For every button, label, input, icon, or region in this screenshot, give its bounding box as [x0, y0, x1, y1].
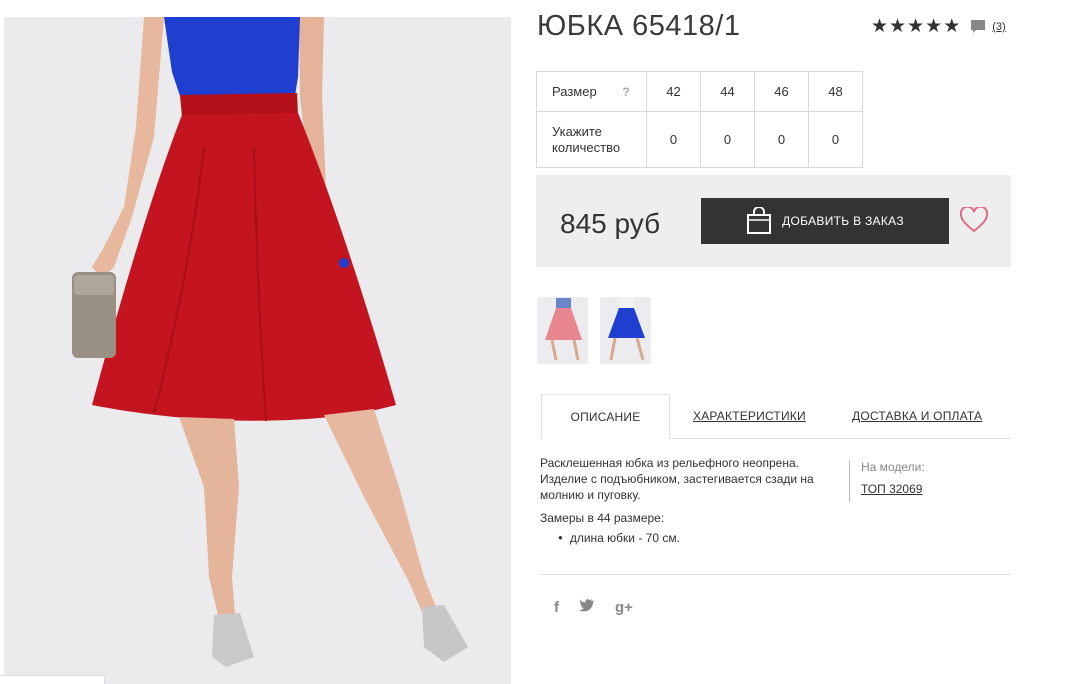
- size-option: 46: [754, 71, 809, 112]
- size-quantity-table: Размер ? 42 44 46 48 Укажите количество …: [536, 71, 863, 168]
- quantity-label-line2: количество: [552, 139, 621, 155]
- model-label: На модели:: [861, 460, 925, 474]
- heart-icon[interactable]: [960, 207, 988, 233]
- quantity-input[interactable]: 0: [754, 111, 809, 168]
- product-photo[interactable]: [4, 17, 511, 684]
- thumbnail-pink-skirt[interactable]: [537, 297, 588, 364]
- product-tabs: ОПИСАНИЕ ХАРАКТЕРИСТИКИ ДОСТАВКА И ОПЛАТ…: [540, 394, 1011, 440]
- size-label-cell: Размер ?: [536, 71, 647, 112]
- size-option: 42: [646, 71, 701, 112]
- product-price: 845 руб: [560, 208, 661, 239]
- size-help-icon[interactable]: ?: [622, 85, 629, 99]
- bottom-bar: [0, 675, 105, 684]
- star-icon[interactable]: ★: [871, 17, 888, 37]
- tab-description[interactable]: ОПИСАНИЕ: [541, 394, 670, 440]
- quantity-input[interactable]: 0: [700, 111, 755, 168]
- google-plus-icon[interactable]: g+: [615, 599, 633, 616]
- bag-icon: [747, 207, 772, 234]
- description-panel: Расклешенная юбка из рельефного неопрена…: [540, 455, 835, 548]
- size-label: Размер: [552, 84, 597, 99]
- quantity-row: Укажите количество 0 0 0 0: [536, 111, 863, 168]
- tab-characteristics[interactable]: ХАРАКТЕРИСТИКИ: [693, 394, 806, 439]
- buy-box: 845 руб ДОБАВИТЬ В ЗАКАЗ: [536, 175, 1011, 267]
- product-title: ЮБКА 65418/1: [537, 10, 741, 42]
- model-product-link[interactable]: ТОП 32069: [861, 482, 922, 496]
- add-to-order-button[interactable]: ДОБАВИТЬ В ЗАКАЗ: [701, 198, 949, 244]
- size-option: 44: [700, 71, 755, 112]
- description-text: Расклешенная юбка из рельефного неопрена…: [540, 456, 814, 502]
- size-option: 48: [808, 71, 863, 112]
- add-to-order-label: ДОБАВИТЬ В ЗАКАЗ: [782, 214, 904, 228]
- model-info: На модели: ТОП 32069: [849, 460, 925, 502]
- review-count-link[interactable]: (3): [992, 21, 1005, 33]
- comment-icon: [971, 20, 986, 33]
- social-share: f g+: [554, 598, 633, 616]
- quantity-label-line1: Укажите: [552, 123, 602, 139]
- tab-delivery[interactable]: ДОСТАВКА И ОПЛАТА: [852, 394, 982, 439]
- size-row: Размер ? 42 44 46 48: [536, 71, 863, 112]
- star-icon[interactable]: ★: [943, 17, 960, 37]
- twitter-icon[interactable]: [579, 598, 595, 616]
- quantity-input[interactable]: 0: [808, 111, 863, 168]
- measure-heading: Замеры в 44 размере:: [540, 511, 665, 525]
- divider: [540, 574, 1011, 575]
- color-thumbnails: [537, 297, 651, 364]
- measure-item: длина юбки - 70 см.: [558, 530, 835, 548]
- quantity-input[interactable]: 0: [646, 111, 701, 168]
- measure-list: длина юбки - 70 см.: [558, 530, 835, 548]
- thumbnail-blue-skirt[interactable]: [600, 297, 651, 364]
- star-icon[interactable]: ★: [907, 17, 924, 37]
- star-icon[interactable]: ★: [889, 17, 906, 37]
- product-rating[interactable]: ★ ★ ★ ★ ★ (3): [871, 17, 1006, 37]
- facebook-icon[interactable]: f: [554, 599, 559, 616]
- star-icon[interactable]: ★: [925, 17, 942, 37]
- rating-stars[interactable]: ★ ★ ★ ★ ★: [871, 17, 960, 37]
- quantity-label-cell: Укажите количество: [536, 111, 647, 168]
